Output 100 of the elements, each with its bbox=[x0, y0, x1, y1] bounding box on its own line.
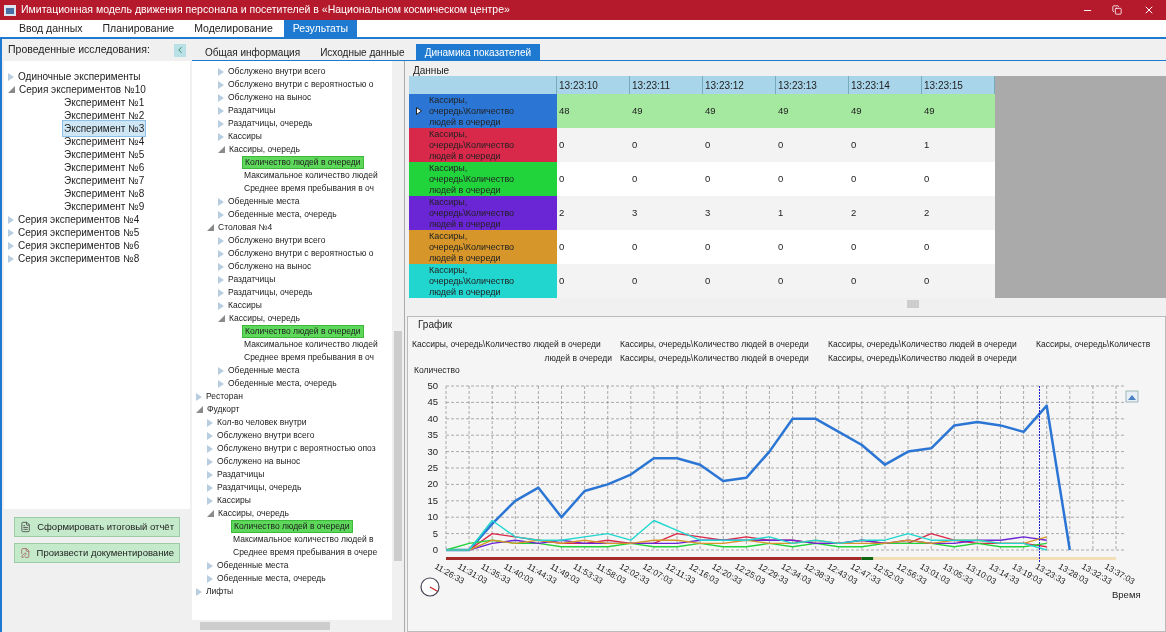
collapsed-arrow-icon[interactable] bbox=[8, 72, 14, 81]
tree-item[interactable]: Обслужено на вынос bbox=[228, 91, 312, 104]
column-header[interactable]: 13:23:11 bbox=[630, 76, 703, 94]
column-header[interactable]: 13:23:14 bbox=[849, 76, 922, 94]
horizontal-scrollbar[interactable] bbox=[192, 620, 404, 632]
tree-item[interactable]: Раздатчицы bbox=[228, 273, 276, 286]
tree-item[interactable]: Серия экспериментов №4 bbox=[18, 212, 140, 227]
table-cell-text: 1 bbox=[923, 137, 931, 152]
menu-tab[interactable]: Результаты bbox=[283, 20, 358, 37]
tree-item[interactable]: Эксперимент №1 bbox=[62, 95, 147, 110]
vertical-scrollbar[interactable] bbox=[392, 61, 404, 620]
tree-item[interactable]: Кассиры bbox=[228, 299, 262, 312]
tree-item[interactable]: Обслужено внутри с вероятностью опоз bbox=[217, 442, 376, 455]
row-label: Кассиры, очередь\Количество людей в очереди bbox=[429, 196, 516, 230]
table-cell-text: 0 bbox=[558, 239, 566, 254]
tree-item[interactable]: Ресторан bbox=[206, 390, 243, 403]
tree-item[interactable]: Обслужено на вынос bbox=[228, 260, 312, 273]
column-header[interactable]: 13:23:10 bbox=[557, 76, 630, 94]
tree-item[interactable]: Эксперимент №5 bbox=[62, 147, 147, 162]
tree-item[interactable]: Обслужено внутри всего bbox=[228, 234, 326, 247]
tree-item[interactable]: Максимальное количество людей в bbox=[231, 533, 376, 546]
tree-item[interactable]: Эксперимент №8 bbox=[62, 186, 147, 201]
tree-item[interactable]: Обеденные места, очередь bbox=[228, 377, 337, 390]
expanded-arrow-icon[interactable] bbox=[196, 406, 203, 413]
tree-item[interactable]: Одиночные эксперименты bbox=[18, 69, 141, 84]
collapsed-arrow-icon[interactable] bbox=[196, 392, 202, 401]
tree-item[interactable]: Серия экспериментов №5 bbox=[18, 225, 140, 240]
action-button[interactable]: Произвести документирование bbox=[14, 543, 180, 563]
tree-item[interactable]: Эксперимент №7 bbox=[62, 173, 147, 188]
row-header[interactable]: Кассиры, очередь\Количество людей в очереди bbox=[409, 230, 557, 264]
tree-item[interactable]: Обслужено на вынос bbox=[217, 455, 301, 468]
content-tab[interactable]: Динамика показателей bbox=[415, 44, 541, 60]
column-header[interactable]: 13:23:13 bbox=[776, 76, 849, 94]
tree-item[interactable]: Обеденные места bbox=[217, 559, 289, 572]
tree-item[interactable]: Максимальное количество людей bbox=[242, 338, 380, 351]
tree-item[interactable]: Среднее время пребывания в оч bbox=[242, 182, 376, 195]
cursor-line[interactable] bbox=[1038, 386, 1041, 562]
row-header[interactable]: Кассиры, очередь\Количество людей в очереди bbox=[409, 94, 557, 128]
tree-item[interactable]: Серия экспериментов №10 bbox=[19, 82, 146, 97]
tree-item[interactable]: Кассиры, очередь bbox=[229, 143, 300, 156]
tree-item[interactable]: Раздатчицы, очередь bbox=[228, 286, 313, 299]
tree-item[interactable]: Обслужено внутри всего bbox=[217, 429, 315, 442]
table-cell-text: 0 bbox=[923, 171, 931, 186]
table-row[interactable]: Кассиры, очередь\Количество людей в очереди 0 0 0 0 0 0 bbox=[409, 264, 995, 298]
tree-item[interactable]: Раздатчицы, очередь bbox=[217, 481, 302, 494]
tree-item[interactable]: Раздатчицы bbox=[228, 104, 276, 117]
picture-icon[interactable] bbox=[1125, 390, 1139, 403]
table-row[interactable]: Кассиры, очередь\Количество людей в очереди 2 3 3 1 2 2 bbox=[409, 196, 995, 230]
expanded-arrow-icon[interactable] bbox=[218, 146, 225, 153]
table-row[interactable]: Кассиры, очередь\Количество людей в очереди 0 0 0 0 0 1 bbox=[409, 128, 995, 162]
menu-tab[interactable]: Моделирование bbox=[185, 20, 282, 37]
column-header[interactable]: 13:23:12 bbox=[703, 76, 776, 94]
tree-item[interactable]: Серия экспериментов №6 bbox=[18, 238, 140, 253]
tree-item[interactable]: Кассиры, очередь bbox=[229, 312, 300, 325]
tree-item[interactable]: Обеденные места, очередь bbox=[228, 208, 337, 221]
x-axis-title: Время bbox=[1112, 589, 1141, 600]
tree-item[interactable]: Обеденные места bbox=[228, 364, 300, 377]
tree-item[interactable]: Эксперимент №9 bbox=[62, 199, 147, 214]
expanded-arrow-icon[interactable] bbox=[218, 315, 225, 322]
table-row[interactable]: Кассиры, очередь\Количество людей в очереди 48 49 49 49 49 49 bbox=[409, 94, 995, 128]
expanded-arrow-icon[interactable] bbox=[8, 86, 15, 93]
tree-item[interactable]: Количество людей в очереди bbox=[242, 325, 364, 338]
tree-item[interactable]: Кол-во человек внутри bbox=[217, 416, 307, 429]
menu-tab[interactable]: Ввод данных bbox=[10, 20, 92, 37]
tree-item[interactable]: Кассиры bbox=[217, 494, 251, 507]
menu-tab[interactable]: Планирование bbox=[93, 20, 184, 37]
tree-item[interactable]: Обеденные места, очередь bbox=[217, 572, 326, 585]
collapse-button[interactable] bbox=[174, 43, 186, 57]
tree-item[interactable]: Среднее время пребывания в очере bbox=[231, 546, 380, 559]
tree-item[interactable]: Среднее время пребывания в оч bbox=[242, 351, 376, 364]
tree-item[interactable]: Кассиры, очередь bbox=[218, 507, 289, 520]
row-header[interactable]: Кассиры, очередь\Количество людей в очереди bbox=[409, 264, 557, 298]
tree-item[interactable]: Максимальное количество людей bbox=[242, 169, 380, 182]
tree-item[interactable]: Обслужено внутри с вероятностью о bbox=[228, 78, 374, 91]
tree-item[interactable]: Раздатчицы, очередь bbox=[228, 117, 313, 130]
tree-item[interactable]: Обслужено внутри с вероятностью о bbox=[228, 247, 374, 260]
tree-item[interactable]: Лифты bbox=[206, 585, 234, 598]
content-tab[interactable]: Исходные данные bbox=[311, 44, 414, 60]
tree-item[interactable]: Обеденные места bbox=[228, 195, 300, 208]
tree-item[interactable]: Раздатчицы bbox=[217, 468, 265, 481]
tree-item[interactable]: Количество людей в очереди bbox=[242, 156, 364, 169]
table-cell-text: 49 bbox=[923, 103, 936, 118]
content-tab[interactable]: Общая информация bbox=[196, 44, 310, 60]
tree-item[interactable]: Кассиры bbox=[228, 130, 262, 143]
tree-item[interactable]: Эксперимент №6 bbox=[62, 160, 147, 175]
expanded-arrow-icon[interactable] bbox=[207, 510, 214, 517]
expanded-arrow-icon[interactable] bbox=[207, 224, 214, 231]
tree-item[interactable]: Эксперимент №3 bbox=[62, 120, 147, 137]
table-cell-text: 0 bbox=[777, 239, 785, 254]
tree-item[interactable]: Эксперимент №2 bbox=[62, 108, 147, 123]
y-tick-label: 15 bbox=[427, 494, 438, 506]
tree-item[interactable]: Столовая №4 bbox=[218, 221, 273, 234]
action-button[interactable]: Сформировать итоговый отчёт bbox=[14, 517, 180, 537]
tree-item[interactable]: Серия экспериментов №8 bbox=[18, 251, 140, 266]
tree-item[interactable]: Количество людей в очереди bbox=[231, 520, 353, 533]
tree-item[interactable]: Эксперимент №4 bbox=[62, 134, 147, 149]
tree-item[interactable]: Фудкорт bbox=[207, 403, 240, 416]
row-header[interactable]: Кассиры, очередь\Количество людей в очереди bbox=[409, 162, 557, 196]
tree-item[interactable]: Обслужено внутри всего bbox=[228, 65, 326, 78]
column-header[interactable]: 13:23:15 bbox=[922, 76, 995, 94]
